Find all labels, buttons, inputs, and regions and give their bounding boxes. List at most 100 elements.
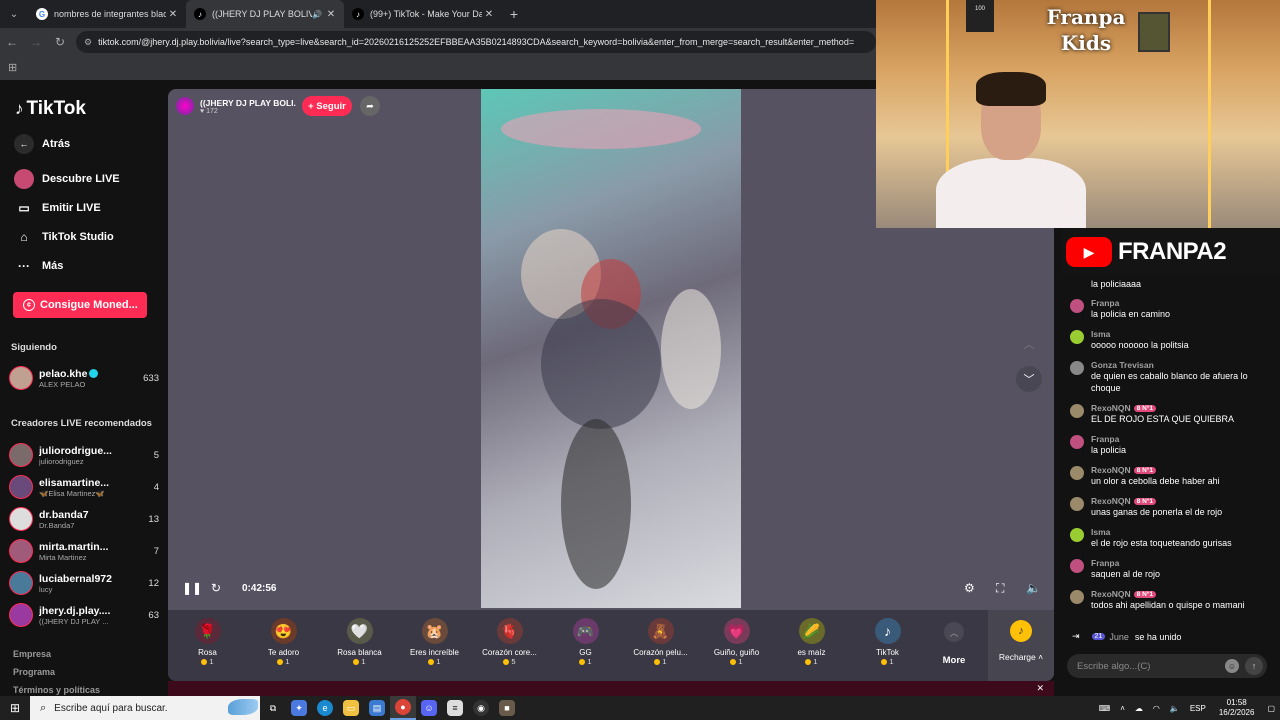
recommended-creator[interactable]: jhery.dj.play.... ((JHERY DJ PLAY ... 63 [9, 601, 159, 629]
gift-item[interactable]: 🌹 Rosa 1 [170, 610, 245, 681]
apps-grid-icon[interactable]: ⊞ [8, 61, 17, 74]
live-video[interactable] [481, 89, 741, 608]
forward-icon[interactable]: → [24, 35, 48, 49]
taskbar-search[interactable]: ⌕ Escribe aquí para buscar. [30, 696, 260, 720]
app-icon[interactable]: ■ [494, 696, 520, 720]
browser-tab-2[interactable]: ♪ ((JHERY DJ PLAY BOLIVIA)) 🔊 ✕ [186, 0, 344, 28]
avatar[interactable] [1070, 361, 1084, 375]
video-blob [541, 299, 661, 429]
sidebar-item-more[interactable]: ··· Más [14, 256, 63, 276]
avatar[interactable] [1070, 497, 1084, 511]
tab-search-button[interactable]: ⌄ [0, 0, 28, 28]
tiktok-icon: ♪ [194, 8, 206, 20]
camera-icon: ▭ [18, 201, 30, 215]
recommended-creator[interactable]: juliorodrigue... juliorodriguez 5 [9, 441, 159, 469]
gift-item[interactable]: 🧸 Corazón pelu... 1 [623, 610, 698, 681]
sidebar-item-studio[interactable]: ⌂ TikTok Studio [14, 227, 113, 247]
copilot-icon[interactable]: ✦ [286, 696, 312, 720]
windows-start-icon[interactable]: ⊞ [0, 701, 30, 715]
level-badge: 21 [1091, 633, 1106, 640]
store-icon[interactable]: ▤ [364, 696, 390, 720]
edge-icon[interactable]: e [312, 696, 338, 720]
refresh-icon[interactable]: ↻ [211, 579, 221, 597]
browser-tab-1[interactable]: G nombres de integrantes black p ✕ [28, 0, 186, 28]
sidebar-item-go-live[interactable]: ▭ Emitir LIVE [14, 198, 100, 218]
gift-item[interactable]: 😍 Te adoro 1 [246, 610, 321, 681]
avatar[interactable] [1070, 330, 1084, 344]
file-explorer-icon[interactable]: ▭ [338, 696, 364, 720]
close-tab-icon[interactable]: ✕ [324, 9, 338, 20]
volume-icon[interactable]: 🔈 [1026, 579, 1041, 597]
sidebar: ♪ TikTok ← Atrás Descubre LIVE ▭ Emitir … [0, 80, 166, 696]
language-indicator[interactable]: ESP [1190, 704, 1206, 713]
discord-icon[interactable]: ☺ [416, 696, 442, 720]
sidebar-item-discover-live[interactable]: Descubre LIVE [14, 169, 120, 189]
avatar[interactable] [1070, 435, 1084, 449]
recharge-button[interactable]: ♪ Recharge ˄ [988, 610, 1054, 681]
settings-icon[interactable]: ⚙ [964, 579, 975, 597]
network-icon[interactable]: ☁ [1135, 704, 1143, 713]
back-icon[interactable]: ← [0, 35, 24, 49]
gift-item[interactable]: 🌽 es maíz 1 [774, 610, 849, 681]
footer-link-terms[interactable]: Términos y políticas [13, 685, 100, 695]
gift-item[interactable]: 💗 Guiño, guiño 1 [699, 610, 774, 681]
gift-item[interactable]: ♪ TikTok 1 [850, 610, 925, 681]
reload-icon[interactable]: ↻ [48, 35, 72, 49]
corn-icon: 🌽 [798, 618, 825, 644]
back-link[interactable]: ← Atrás [14, 134, 70, 154]
new-tab-button[interactable]: + [502, 6, 526, 22]
share-icon[interactable]: ➦ [360, 96, 380, 116]
following-item[interactable]: pelao.khe ALEX PELAO 633 [9, 364, 159, 392]
avatar[interactable] [1070, 466, 1084, 480]
gift-item[interactable]: 🤍 Rosa blanca 1 [322, 610, 397, 681]
pause-icon[interactable]: ❚❚ [182, 579, 202, 597]
avatar[interactable] [1070, 528, 1084, 542]
tray-chevron-icon[interactable]: ˄ [1120, 704, 1125, 713]
avatar[interactable] [1070, 299, 1084, 313]
browser-tab-3[interactable]: ♪ (99+) TikTok - Make Your Day ✕ [344, 0, 502, 28]
chat-panel: ▶ FRANPA2 la policiaaaa Franpa la polici… [1062, 228, 1280, 696]
get-coins-button[interactable]: ¢ Consigue Moned... [13, 292, 147, 318]
close-tab-icon[interactable]: ✕ [166, 9, 180, 20]
gift-item[interactable]: 🐹 Eres increíble 1 [397, 610, 472, 681]
previous-live-icon[interactable]: ︿ [1016, 331, 1042, 357]
gift-bar: 🌹 Rosa 1 😍 Te adoro 1 🤍 Rosa blanca 1 🐹 … [168, 610, 1054, 681]
recommended-creator[interactable]: luciabernal972 lucy 12 [9, 569, 159, 597]
emoji-icon[interactable]: ☺ [1225, 659, 1239, 673]
avatar[interactable] [1070, 404, 1084, 418]
avatar[interactable] [1070, 590, 1084, 604]
keyboard-icon[interactable]: ⌨ [1099, 704, 1111, 713]
chat-input[interactable]: Escribe algo...(C) ☺ ↑ [1067, 654, 1267, 678]
send-icon[interactable]: ↑ [1245, 657, 1263, 675]
tiktok-logo[interactable]: ♪ TikTok [15, 98, 86, 120]
obs-icon[interactable]: ◉ [468, 696, 494, 720]
recommended-creator[interactable]: mirta.martin... Mirta Martinez 7 [9, 537, 159, 565]
avatar[interactable] [1070, 559, 1084, 573]
wifi-icon[interactable]: ◠ [1153, 704, 1160, 713]
recommended-creator[interactable]: dr.banda7 Dr.Banda7 13 [9, 505, 159, 533]
streamlabs-icon[interactable]: ≡ [442, 696, 468, 720]
fan-badge: 8 N°1 [1133, 591, 1157, 599]
screen: ⌄ G nombres de integrantes black p ✕ ♪ (… [0, 0, 1280, 720]
footer-link-program[interactable]: Programa [13, 667, 55, 677]
follow-button[interactable]: + Seguir [302, 96, 352, 116]
gift-item[interactable]: 🫀 Corazón core... 5 [472, 610, 547, 681]
footer-link-company[interactable]: Empresa [13, 649, 51, 659]
clock[interactable]: 01:58 16/2/2026 [1219, 698, 1255, 718]
more-gifts-button[interactable]: ︿ More [936, 610, 972, 681]
site-info-icon[interactable]: ⚙ [84, 37, 92, 48]
notifications-icon[interactable]: ▢ [1267, 704, 1275, 713]
chrome-icon[interactable]: ● [390, 696, 416, 720]
task-view-icon[interactable]: ⧉ [260, 696, 286, 720]
speaker-icon[interactable]: 🔊 [312, 10, 324, 19]
close-icon[interactable]: ✕ [1036, 683, 1044, 694]
gift-item[interactable]: 🎮 GG 1 [548, 610, 623, 681]
host-name[interactable]: ((JHERY DJ PLAY BOLI... [200, 98, 296, 108]
host-avatar[interactable] [176, 97, 194, 115]
speaker-icon[interactable]: 🔈 [1170, 704, 1180, 713]
close-tab-icon[interactable]: ✕ [482, 9, 496, 20]
recommended-creator[interactable]: elisamartine... 🦋Elisa Martinez🦋 4 [9, 473, 159, 501]
url-input[interactable]: ⚙ tiktok.com/@jhery.dj.play.bolivia/live… [76, 31, 876, 53]
fullscreen-icon[interactable]: ⛶ [996, 579, 1004, 597]
next-live-icon[interactable]: ﹀ [1016, 366, 1042, 392]
